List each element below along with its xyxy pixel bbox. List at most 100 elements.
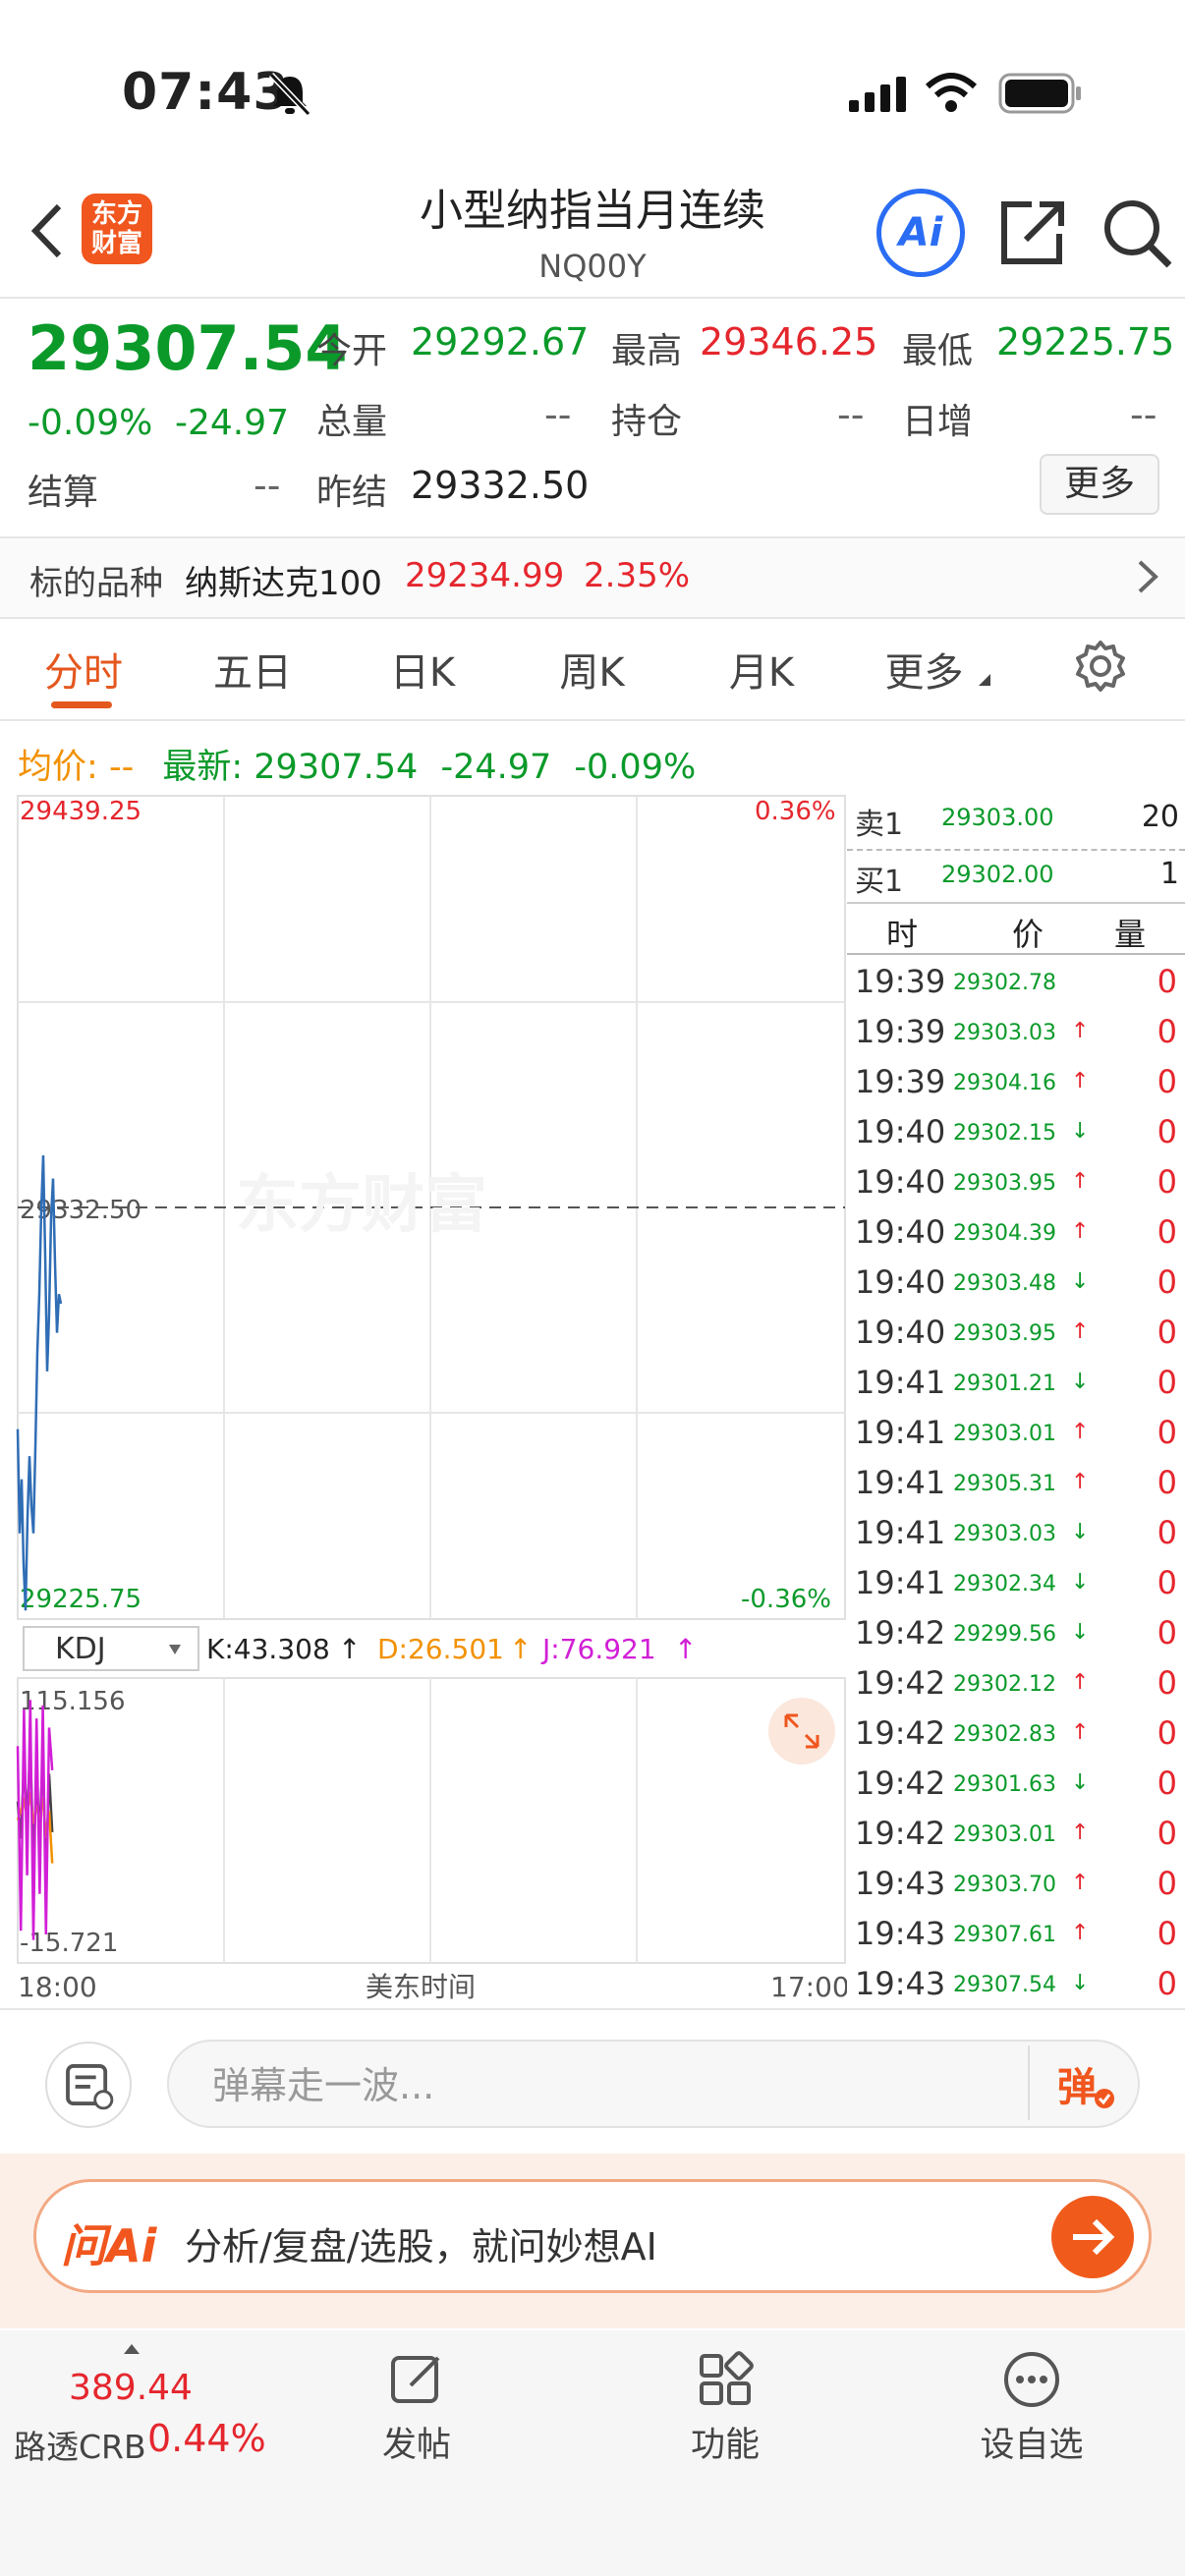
signal-icon xyxy=(849,77,906,112)
tick-volume: 0 xyxy=(1157,1664,1177,1702)
ai-assistant-button[interactable]: Ai xyxy=(876,189,965,277)
bid-row: 买1 29302.00 1 xyxy=(847,857,1185,906)
tick-volume: 0 xyxy=(1157,1013,1177,1050)
up-arrow-icon: ↑ xyxy=(1071,1720,1090,1745)
indicator-max-label: 115.156 xyxy=(20,1687,126,1716)
tick-volume: 0 xyxy=(1157,1965,1177,2002)
functions-grid-icon[interactable] xyxy=(696,2350,755,2409)
tick-price: 29301.21 xyxy=(953,1372,1056,1396)
tick-row: 19:40 29302.15 ↓ 0 xyxy=(847,1109,1185,1159)
chevron-right-icon[interactable] xyxy=(1128,552,1167,601)
nav-post[interactable]: 发帖 xyxy=(358,2417,476,2467)
gear-icon[interactable] xyxy=(1071,637,1130,696)
up-arrow-icon: ↑ xyxy=(1071,1019,1090,1043)
tick-time: 19:40 xyxy=(855,1263,946,1301)
battery-icon xyxy=(998,73,1081,114)
nav-add-watchlist[interactable]: 设自选 xyxy=(963,2417,1100,2467)
bid-label: 买1 xyxy=(855,865,904,899)
up-arrow-icon: ↑ xyxy=(1071,1319,1090,1344)
tab-more[interactable]: 更多 xyxy=(877,641,971,698)
tick-row: 19:39 29304.16 ↑ 0 xyxy=(847,1059,1185,1109)
tab-daily-k[interactable]: 日K xyxy=(378,641,467,698)
kdj-series xyxy=(16,1700,54,1940)
underlying-name: 纳斯达克100 xyxy=(185,564,382,603)
settle-label: 结算 xyxy=(28,473,99,513)
change-percent: -0.09% xyxy=(28,403,153,443)
search-icon[interactable] xyxy=(1099,195,1177,273)
tab-monthly-k[interactable]: 月K xyxy=(717,641,806,698)
j-arrow-icon: ↑ xyxy=(674,1633,697,1665)
k-value: K:43.308 xyxy=(206,1633,330,1665)
tick-price: 29303.95 xyxy=(953,1321,1056,1346)
tick-row: 19:41 29302.34 ↓ 0 xyxy=(847,1560,1185,1610)
tick-time: 19:42 xyxy=(855,1714,946,1752)
price-chart[interactable]: 东方财富 29439.25 0.36% 29332.50 29225.75 -0… xyxy=(0,786,847,2010)
tab-weekly-k[interactable]: 周K xyxy=(545,641,639,698)
indicator-name: KDJ xyxy=(55,1632,106,1666)
col-volume: 量 xyxy=(1114,916,1147,953)
open-interest-value: -- xyxy=(837,393,865,436)
up-arrow-icon: ↑ xyxy=(1071,1921,1090,1945)
crb-label[interactable]: 路透CRB xyxy=(14,2421,146,2468)
ask-row: 卖1 29303.00 20 xyxy=(847,800,1185,849)
tick-time: 19:41 xyxy=(855,1514,946,1551)
tick-price: 29302.34 xyxy=(953,1572,1056,1596)
tick-volume: 0 xyxy=(1157,1213,1177,1251)
tick-volume: 0 xyxy=(1157,1714,1177,1752)
avg-price-value: -- xyxy=(108,748,135,787)
tab-five-day[interactable]: 五日 xyxy=(208,641,297,698)
tick-volume: 0 xyxy=(1157,1915,1177,1952)
down-arrow-icon: ↓ xyxy=(1071,1971,1090,1995)
down-arrow-icon: ↓ xyxy=(1071,1770,1090,1795)
ask-price: 29303.00 xyxy=(941,804,1054,831)
tab-intraday[interactable]: 分时 xyxy=(39,641,128,698)
bid-volume: 1 xyxy=(1159,857,1179,891)
latest-label: 最新: xyxy=(162,748,244,787)
ai-ask-prompt: 分析/复盘/选股，就问妙想AI xyxy=(185,2225,657,2268)
tick-row: 19:43 29307.54 ↓ 0 xyxy=(847,1961,1185,2010)
tick-time: 19:39 xyxy=(855,1013,946,1050)
tab-active-indicator xyxy=(51,701,112,708)
tick-price: 29303.03 xyxy=(953,1522,1056,1546)
tick-time: 19:41 xyxy=(855,1364,946,1401)
tick-list[interactable]: 19:39 29302.78 0 19:39 29303.03 ↑ 0 19:39 29304.… xyxy=(847,959,1185,2010)
danmu-toggle-button[interactable]: 弹 xyxy=(1032,2049,1130,2118)
up-arrow-icon: ↑ xyxy=(1071,1470,1090,1494)
tick-time: 19:43 xyxy=(855,1965,946,2002)
down-arrow-icon: ↓ xyxy=(1071,1119,1090,1144)
tick-price: 29305.31 xyxy=(953,1472,1056,1496)
low-value: 29225.75 xyxy=(996,320,1175,364)
tick-volume: 0 xyxy=(1157,1263,1177,1301)
more-quote-button[interactable]: 更多 xyxy=(1040,454,1159,515)
pct-max-label: 0.36% xyxy=(755,797,836,826)
danmu-settings-icon[interactable] xyxy=(45,2042,132,2128)
tick-price: 29302.78 xyxy=(953,971,1056,995)
tick-price: 29303.01 xyxy=(953,1422,1056,1446)
more-dots-icon[interactable] xyxy=(1002,2350,1061,2409)
latest-percent: -0.09% xyxy=(574,748,697,787)
tick-row: 19:39 29302.78 0 xyxy=(847,959,1185,1009)
post-edit-icon[interactable] xyxy=(387,2350,446,2409)
nav-functions[interactable]: 功能 xyxy=(666,2417,784,2467)
k-arrow-icon: ↑ xyxy=(338,1633,361,1665)
share-icon[interactable] xyxy=(992,195,1071,273)
tick-time: 19:42 xyxy=(855,1614,946,1652)
danmu-button-label: 弹 xyxy=(1057,2065,1097,2110)
tick-row: 19:41 29303.01 ↑ 0 xyxy=(847,1410,1185,1460)
tick-price: 29304.16 xyxy=(953,1071,1056,1095)
tick-price: 29302.12 xyxy=(953,1672,1056,1697)
up-arrow-icon: ↑ xyxy=(1071,1871,1090,1895)
expand-button[interactable] xyxy=(768,1698,835,1764)
tick-time: 19:39 xyxy=(855,1063,946,1100)
tick-time: 19:40 xyxy=(855,1163,946,1201)
settle-value: -- xyxy=(254,464,281,507)
tick-row: 19:40 29303.95 ↑ 0 xyxy=(847,1310,1185,1360)
tick-volume: 0 xyxy=(1157,1815,1177,1852)
tick-price: 29303.70 xyxy=(953,1873,1056,1897)
arrow-right-icon[interactable] xyxy=(1051,2196,1134,2278)
tick-volume: 0 xyxy=(1157,1764,1177,1802)
tick-price: 29307.54 xyxy=(953,1973,1056,1997)
tick-row: 19:41 29305.31 ↑ 0 xyxy=(847,1460,1185,1510)
crb-price[interactable]: 389.44 xyxy=(69,2368,193,2408)
crb-percent[interactable]: 0.44% xyxy=(147,2417,266,2460)
